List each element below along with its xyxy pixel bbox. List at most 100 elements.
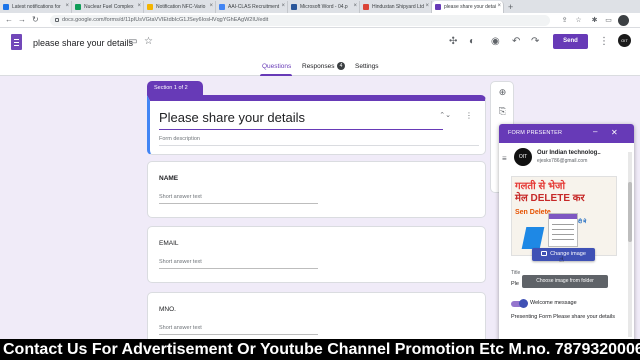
- browser-tab[interactable]: Latest notifications for ×: [0, 1, 72, 13]
- forms-logo-icon[interactable]: [11, 34, 22, 50]
- short-answer-placeholder: Short answer text: [159, 194, 202, 200]
- answer-underline: [159, 268, 318, 269]
- send-button[interactable]: Send: [553, 34, 588, 49]
- question-card[interactable]: MNO. Short answer text: [147, 292, 486, 344]
- close-icon[interactable]: ×: [208, 3, 213, 9]
- form-title[interactable]: please share your details: [33, 38, 133, 48]
- panel-scrollbar[interactable]: [628, 152, 632, 337]
- change-image-label: Change image: [550, 251, 586, 257]
- close-icon[interactable]: ×: [352, 3, 357, 9]
- form-title-card[interactable]: Please share your details Form descripti…: [147, 95, 486, 155]
- cover-image-thumbnail: गलती से भेजो मेल DELETE कर Sen Delete हि…: [511, 176, 617, 256]
- thumb-text: Sen Delete: [515, 209, 551, 216]
- panel-header: FORM PRESENTER – ✕: [499, 124, 634, 143]
- favicon-icon: [363, 4, 369, 10]
- more-vert-icon[interactable]: ⋮: [465, 111, 473, 120]
- tab-label: Nuclear Fuel Complex: [84, 4, 134, 10]
- question-label: EMAIL: [159, 240, 179, 247]
- browser-tab[interactable]: Nuclear Fuel Complex ×: [72, 1, 144, 13]
- close-icon[interactable]: ×: [496, 3, 501, 9]
- bookmark-star-icon[interactable]: ☆: [574, 16, 583, 25]
- close-icon[interactable]: ✕: [611, 128, 618, 137]
- thumb-text: मेल DELETE कर: [515, 193, 585, 204]
- promo-banner: Contact Us For Advertisement Or Youtube …: [0, 339, 640, 360]
- mouse-pointer-icon: ☝: [559, 255, 564, 264]
- panel-title: FORM PRESENTER: [508, 130, 563, 136]
- favicon-icon: [435, 4, 441, 10]
- browser-tab-active[interactable]: please share your detail ×: [432, 1, 504, 13]
- back-icon[interactable]: ←: [5, 15, 13, 24]
- close-icon[interactable]: ×: [136, 3, 141, 9]
- form-description-field[interactable]: Form description: [159, 136, 200, 142]
- tab-label: AAI-CLAS Recruitment: [228, 4, 280, 10]
- browser-tab[interactable]: Notification NFC-Vario ×: [144, 1, 216, 13]
- tab-settings[interactable]: Settings: [355, 63, 379, 70]
- answer-underline: [159, 203, 318, 204]
- question-label: MNO.: [159, 306, 176, 313]
- title-field-value[interactable]: Ple: [511, 281, 519, 287]
- profile-avatar[interactable]: [618, 15, 629, 26]
- responses-count-badge: 4: [337, 62, 345, 70]
- toggle-knob[interactable]: [519, 299, 528, 308]
- title-underline: [159, 129, 443, 130]
- palette-icon[interactable]: ◐: [469, 36, 475, 48]
- forward-icon[interactable]: →: [18, 15, 26, 24]
- preview-eye-icon[interactable]: ◉: [491, 36, 500, 48]
- favicon-icon: [219, 4, 225, 10]
- tab-responses[interactable]: Responses: [302, 63, 335, 70]
- channel-avatar: OIT: [514, 148, 532, 166]
- share-icon[interactable]: ⇪: [560, 16, 569, 25]
- question-label: NAME: [159, 175, 179, 182]
- browser-tab[interactable]: Microsoft Word - 04.p ×: [288, 1, 360, 13]
- browser-tab[interactable]: Hindustan Shipyard Ltd ×: [360, 1, 432, 13]
- sidebar-icon[interactable]: ▭: [604, 16, 613, 25]
- short-answer-placeholder: Short answer text: [159, 259, 202, 265]
- more-options-icon[interactable]: ⋮: [599, 36, 609, 48]
- title-field-label: Title: [511, 270, 521, 276]
- url-text: docs.google.com/forms/d/11pIUsVGtaVVIEtd…: [62, 17, 269, 23]
- channel-email: ejesks786@gmail.com: [537, 158, 588, 164]
- minimize-icon[interactable]: –: [593, 127, 597, 136]
- redo-icon[interactable]: ↷: [531, 36, 539, 48]
- close-icon[interactable]: ×: [64, 3, 69, 9]
- form-illustration: [548, 213, 578, 247]
- close-icon[interactable]: ×: [424, 3, 429, 9]
- star-icon[interactable]: ☆: [144, 36, 153, 48]
- pencil-illustration: [521, 227, 545, 249]
- avatar[interactable]: OIT: [618, 34, 631, 47]
- question-card[interactable]: NAME Short answer text: [147, 161, 486, 218]
- addon-puzzle-icon[interactable]: ✣: [449, 36, 457, 48]
- form-presenter-panel: FORM PRESENTER – ✕ ≡ OIT Our Indian tech…: [499, 124, 634, 344]
- favicon-icon: [3, 4, 9, 10]
- thumb-text: गलती से भेजो: [515, 181, 566, 192]
- add-question-icon[interactable]: ⊕: [497, 87, 508, 98]
- channel-name: Our Indian technolog..: [537, 150, 601, 156]
- image-icon: [541, 251, 548, 256]
- folder-icon[interactable]: ▭: [128, 36, 137, 48]
- url-input[interactable]: docs.google.com/forms/d/11pIUsVGtaVVIEtd…: [50, 15, 550, 26]
- form-tabs: Questions Responses Settings: [0, 60, 640, 76]
- import-questions-icon[interactable]: ⎘: [497, 106, 508, 117]
- description-underline: [159, 145, 479, 146]
- form-heading[interactable]: Please share your details: [159, 110, 305, 125]
- address-bar: ← → ↻ docs.google.com/forms/d/11pIUsVGta…: [0, 13, 640, 28]
- tab-label: Microsoft Word - 04.p: [300, 4, 348, 10]
- extensions-icon[interactable]: ✱: [590, 16, 599, 25]
- menu-icon[interactable]: ≡: [502, 154, 507, 163]
- active-tab-indicator: [260, 74, 292, 76]
- new-tab-icon[interactable]: +: [508, 1, 513, 13]
- browser-tab[interactable]: AAI-CLAS Recruitment ×: [216, 1, 288, 13]
- favicon-icon: [147, 4, 153, 10]
- tab-questions[interactable]: Questions: [262, 63, 291, 70]
- undo-icon[interactable]: ↶: [512, 36, 520, 48]
- section-label: Section 1 of 2: [147, 81, 203, 96]
- lock-icon: [55, 18, 59, 22]
- welcome-message-input[interactable]: Presenting Form Please share your detail…: [511, 314, 619, 340]
- browser-tab-bar: Latest notifications for × Nuclear Fuel C…: [0, 0, 640, 13]
- collapse-icon[interactable]: ⌃⌄: [439, 111, 451, 119]
- welcome-message-text: Presenting Form Please share your detail…: [511, 314, 615, 320]
- tab-label: Notification NFC-Vario: [156, 4, 206, 10]
- question-card[interactable]: EMAIL Short answer text: [147, 226, 486, 283]
- reload-icon[interactable]: ↻: [32, 15, 39, 24]
- close-icon[interactable]: ×: [280, 3, 285, 9]
